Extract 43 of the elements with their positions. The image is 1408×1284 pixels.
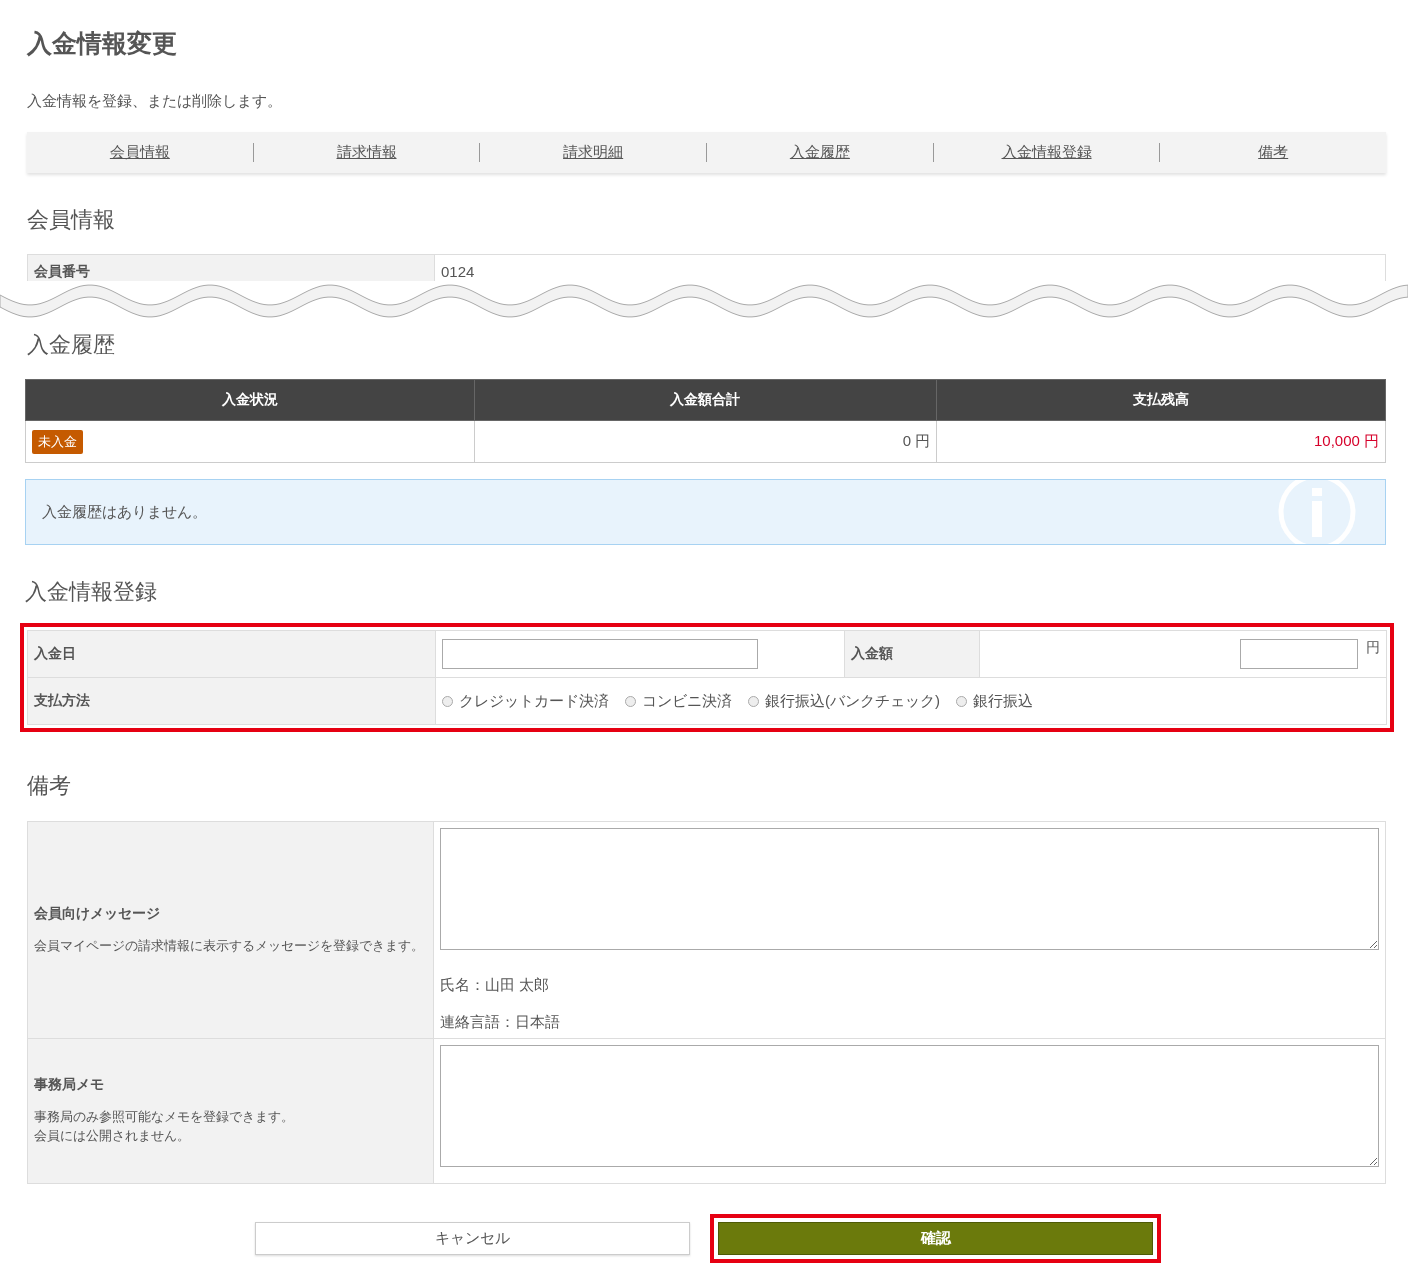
- section-heading: 備考: [27, 772, 72, 800]
- info-icon: [1277, 480, 1357, 544]
- page-description: 入金情報を登録、または削除します。: [27, 92, 283, 110]
- field-label: 会員向けメッセージ: [34, 904, 161, 923]
- radio-icon[interactable]: [625, 695, 636, 707]
- radio-icon[interactable]: [748, 695, 759, 707]
- nav-link[interactable]: 入金情報登録: [1001, 143, 1092, 160]
- table-cell: 10,000 円: [936, 420, 1386, 463]
- notice-text: 入金履歴はありません。: [42, 502, 207, 522]
- nav-link[interactable]: 請求情報: [336, 143, 397, 160]
- info-text: 氏名：山田 太郎: [440, 975, 551, 995]
- radio-icon[interactable]: [442, 695, 453, 707]
- field-label: 会員番号: [27, 254, 435, 281]
- help-text: 事務局のみ参照可能なメモを登録できます。 会員には公開されません。: [34, 1109, 295, 1145]
- radio-icon[interactable]: [956, 695, 967, 707]
- field-label: 事務局メモ: [34, 1076, 105, 1094]
- unit-label: 円: [1366, 639, 1380, 655]
- cancel-button[interactable]: キャンセル: [255, 1222, 690, 1255]
- column-header: 支払残高: [936, 379, 1386, 421]
- amount-input[interactable]: [1240, 639, 1358, 669]
- date-input[interactable]: [442, 639, 758, 669]
- confirm-button[interactable]: 確認: [718, 1222, 1153, 1255]
- page-title: 入金情報変更: [27, 28, 178, 58]
- help-text: 会員マイページの請求情報に表示するメッセージを登録できます。: [34, 937, 425, 955]
- status-badge: 未入金: [32, 429, 83, 454]
- section-heading: 会員情報: [27, 206, 116, 234]
- section-heading: 入金履歴: [27, 331, 116, 359]
- radio-option[interactable]: コンビニ決済: [625, 691, 732, 711]
- nav-link[interactable]: 会員情報: [109, 143, 170, 160]
- nav-link[interactable]: 請求明細: [563, 143, 624, 160]
- info-text: 連絡言語：日本語: [440, 1012, 561, 1032]
- section-heading: 入金情報登録: [25, 578, 158, 606]
- column-header: 入金額合計: [474, 379, 937, 421]
- table-cell: 0 円: [474, 420, 937, 463]
- field-label: 入金額: [844, 630, 980, 678]
- column-header: 入金状況: [25, 379, 475, 421]
- nav-link[interactable]: 備考: [1258, 143, 1289, 160]
- radio-option[interactable]: クレジットカード決済: [442, 691, 609, 711]
- field-label: 支払方法: [27, 677, 436, 725]
- radio-option[interactable]: 銀行振込(バンクチェック): [748, 691, 940, 711]
- radio-option[interactable]: 銀行振込: [956, 691, 1033, 711]
- field-label: 入金日: [27, 630, 436, 678]
- nav-link[interactable]: 入金履歴: [789, 143, 850, 160]
